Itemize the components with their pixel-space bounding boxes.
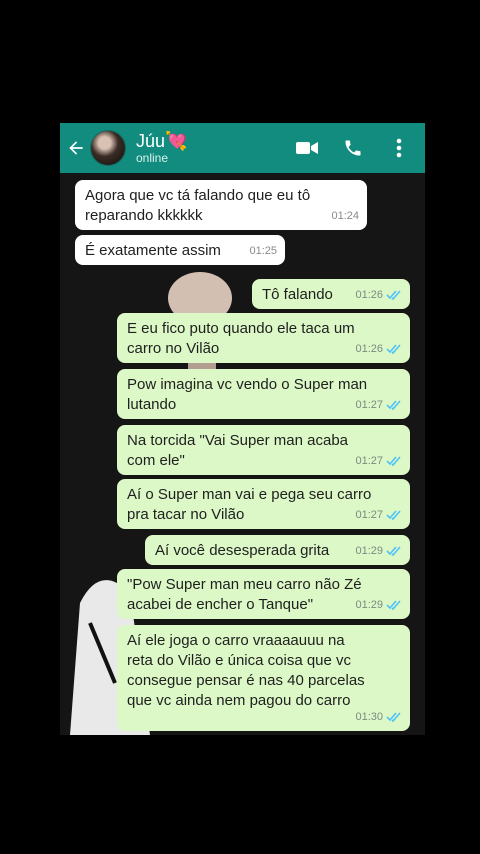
more-vertical-icon bbox=[396, 138, 402, 158]
contact-status: online bbox=[136, 151, 169, 165]
message-text: Tô falando bbox=[262, 286, 333, 303]
message-bubble[interactable]: Aí ele joga o carro vraaaauuu na reta do… bbox=[117, 625, 410, 731]
double-check-icon bbox=[386, 510, 401, 520]
phone-icon bbox=[345, 140, 361, 156]
message-time: 01:26 bbox=[355, 289, 383, 301]
double-check-icon bbox=[386, 600, 401, 610]
message-time: 01:24 bbox=[331, 210, 359, 222]
message-bubble[interactable]: Aí você desesperada grita 01:29 bbox=[145, 535, 410, 565]
back-button[interactable] bbox=[62, 123, 90, 173]
message-bubble[interactable]: Pow imagina vc vendo o Super man lutando… bbox=[117, 369, 410, 419]
contact-name: Júu💘 bbox=[136, 131, 188, 151]
double-check-icon bbox=[386, 712, 401, 722]
double-check-icon bbox=[386, 344, 401, 354]
video-call-button[interactable] bbox=[295, 136, 319, 160]
double-check-icon bbox=[386, 546, 401, 556]
voice-call-button[interactable] bbox=[341, 136, 365, 160]
message-list: Agora que vc tá falando que eu tô repara… bbox=[60, 173, 425, 735]
message-bubble[interactable]: E eu fico puto quando ele taca um carro … bbox=[117, 313, 410, 363]
message-bubble[interactable]: Na torcida "Vai Super man acaba com ele"… bbox=[117, 425, 410, 475]
menu-button[interactable] bbox=[387, 136, 411, 160]
message-time: 01:27 bbox=[355, 509, 383, 521]
message-text: Agora que vc tá falando que eu tô repara… bbox=[85, 187, 311, 224]
message-text: É exatamente assim bbox=[85, 242, 221, 259]
chat-header: Júu💘 online bbox=[60, 123, 425, 173]
contact-avatar[interactable] bbox=[90, 130, 126, 166]
arrow-left-icon bbox=[69, 141, 83, 155]
message-bubble[interactable]: Tô falando 01:26 bbox=[252, 279, 410, 309]
chat-screen: Júu💘 online Agora que vc tá falando que … bbox=[60, 123, 425, 735]
video-camera-icon bbox=[296, 142, 318, 154]
contact-info[interactable]: Júu💘 online bbox=[136, 131, 187, 165]
message-bubble[interactable]: Aí o Super man vai e pega seu carro pra … bbox=[117, 479, 410, 529]
message-time: 01:26 bbox=[355, 343, 383, 355]
message-bubble[interactable]: Agora que vc tá falando que eu tô repara… bbox=[75, 180, 367, 230]
message-time: 01:27 bbox=[355, 399, 383, 411]
message-time: 01:29 bbox=[355, 599, 383, 611]
message-bubble[interactable]: "Pow Super man meu carro não Zé acabei d… bbox=[117, 569, 410, 619]
message-text: Aí ele joga o carro vraaaauuu na reta do… bbox=[127, 632, 365, 709]
message-time: 01:29 bbox=[355, 545, 383, 557]
message-bubble[interactable]: É exatamente assim 01:25 bbox=[75, 235, 285, 265]
double-check-icon bbox=[386, 290, 401, 300]
double-check-icon bbox=[386, 456, 401, 466]
message-time: 01:25 bbox=[249, 245, 277, 257]
message-text: Aí você desesperada grita bbox=[155, 542, 330, 559]
message-time: 01:30 bbox=[355, 711, 383, 723]
double-check-icon bbox=[386, 400, 401, 410]
message-time: 01:27 bbox=[355, 455, 383, 467]
